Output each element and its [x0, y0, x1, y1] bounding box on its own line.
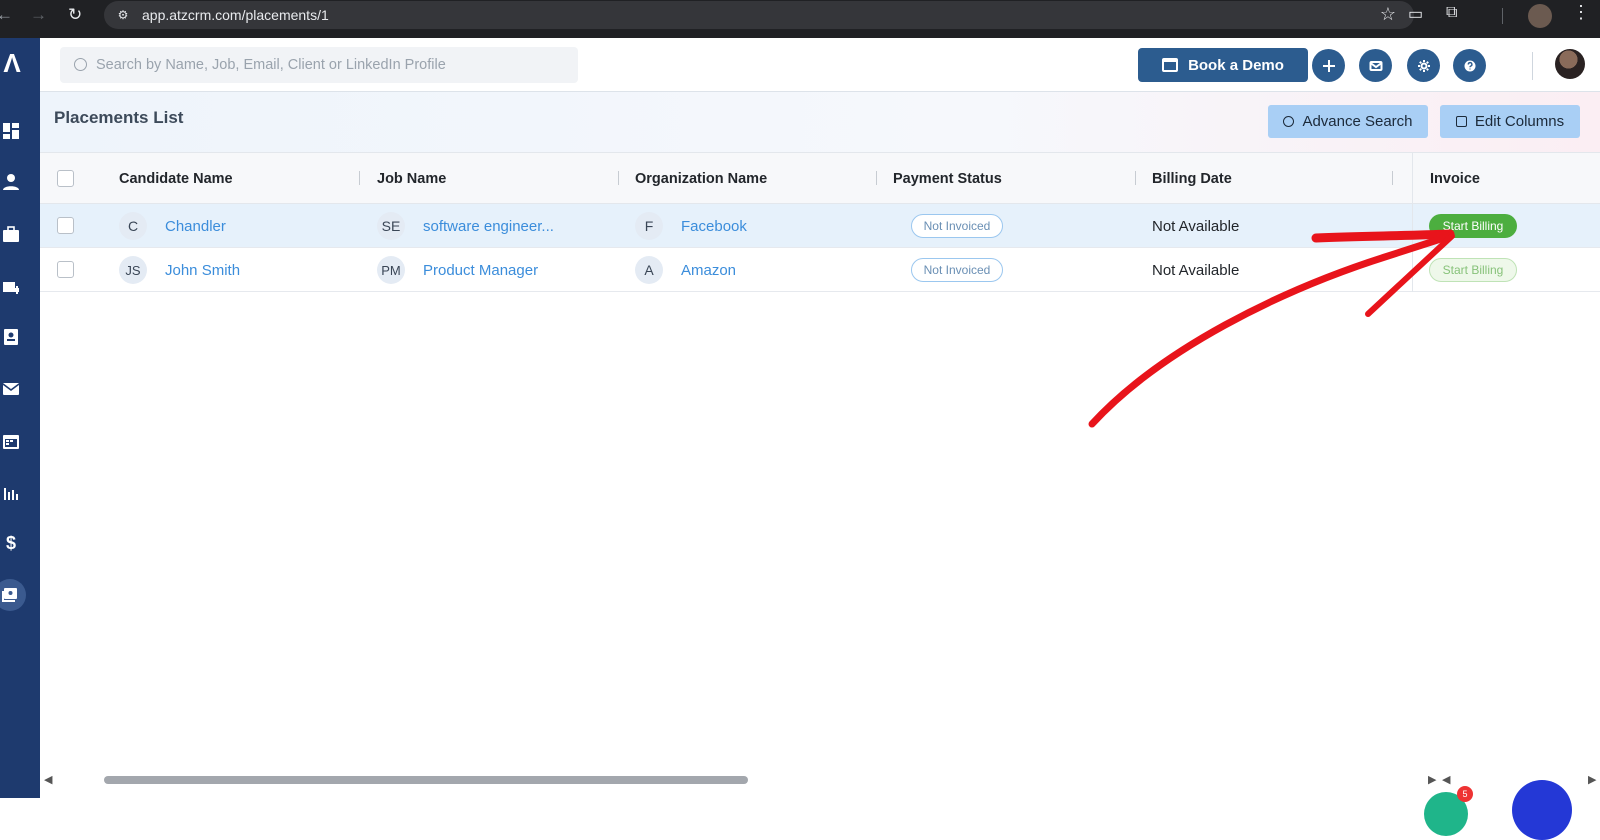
column-header-organization[interactable]: Organization Name [635, 171, 767, 187]
book-demo-button[interactable]: Book a Demo [1138, 48, 1308, 82]
start-billing-button[interactable]: Start Billing [1429, 258, 1517, 282]
calendar-icon [1162, 58, 1179, 72]
address-bar[interactable]: ⚙ app.atzcrm.com/placements/1 ☆ [104, 1, 1414, 29]
column-resizer[interactable] [876, 171, 877, 185]
column-header-invoice[interactable]: Invoice [1430, 171, 1480, 187]
select-all-checkbox[interactable] [57, 170, 74, 187]
add-button[interactable] [1312, 49, 1345, 82]
column-header-billing-date[interactable]: Billing Date [1152, 171, 1232, 187]
toolbar-separator [1502, 8, 1503, 24]
edit-columns-label: Edit Columns [1474, 113, 1565, 130]
placements-icon[interactable] [0, 579, 26, 611]
candidate-link[interactable]: Chandler [165, 218, 226, 235]
reload-icon[interactable]: ↻ [68, 0, 82, 30]
column-resizer[interactable] [1392, 171, 1393, 185]
billing-date-value: Not Available [1152, 218, 1240, 235]
help-icon [1464, 60, 1475, 71]
browser-profile-avatar[interactable] [1528, 4, 1552, 28]
browser-toolbar: ← → ↻ ⚙ app.atzcrm.com/placements/1 ☆ ▭ … [0, 0, 1600, 38]
advance-search-label: Advance Search [1302, 113, 1413, 130]
scrollbar-thumb[interactable] [104, 776, 748, 784]
advance-search-button[interactable]: Advance Search [1268, 105, 1428, 138]
site-info-icon[interactable]: ⚙ [114, 6, 132, 24]
contacts-icon[interactable] [0, 326, 22, 348]
sidebar: Λ $ [0, 38, 40, 798]
payment-status-badge: Not Invoiced [911, 258, 1003, 282]
job-avatar: PM [377, 256, 405, 284]
page-title: Placements List [54, 108, 184, 127]
pinned-column-divider [1412, 152, 1413, 292]
extensions-icon[interactable]: ⧉ [1446, 4, 1457, 22]
start-billing-button[interactable]: Start Billing [1429, 214, 1517, 238]
global-search[interactable] [60, 47, 578, 83]
mail-icon [1369, 60, 1382, 71]
candidate-avatar: JS [119, 256, 147, 284]
horizontal-scrollbar[interactable]: ◀ ▶ ◀ ▶ [44, 772, 1600, 786]
job-link[interactable]: Product Manager [423, 262, 538, 279]
scroll-right-icon[interactable]: ▶ [1428, 773, 1436, 786]
plus-icon [1322, 59, 1335, 72]
cast-icon[interactable]: ▭ [1408, 4, 1423, 24]
column-resizer[interactable] [359, 171, 360, 185]
help-button[interactable] [1453, 49, 1486, 82]
bookmark-star-icon[interactable]: ☆ [1380, 4, 1396, 25]
dashboard-icon[interactable] [0, 120, 22, 142]
candidate-icon[interactable] [0, 171, 22, 193]
column-header-payment-status[interactable]: Payment Status [893, 171, 1002, 187]
mail-button[interactable] [1359, 49, 1392, 82]
search-icon [74, 58, 87, 71]
calendar-icon[interactable] [0, 430, 22, 452]
payment-status-badge: Not Invoiced [911, 214, 1003, 238]
job-link[interactable]: software engineer... [423, 218, 554, 235]
organization-avatar: F [635, 212, 663, 240]
edit-columns-button[interactable]: Edit Columns [1440, 105, 1580, 138]
back-arrow-icon[interactable]: ← [0, 0, 13, 30]
user-avatar[interactable] [1555, 49, 1585, 79]
job-avatar: SE [377, 212, 405, 240]
candidate-link[interactable]: John Smith [165, 262, 240, 279]
forward-arrow-icon[interactable]: → [30, 0, 47, 30]
table-header-row: Candidate Name Job Name Organization Nam… [40, 152, 1600, 204]
search-input[interactable] [96, 47, 566, 83]
column-resizer[interactable] [618, 171, 619, 185]
header-separator [1532, 52, 1533, 80]
placements-table: Candidate Name Job Name Organization Nam… [40, 152, 1600, 292]
column-resizer[interactable] [1135, 171, 1136, 185]
scroll-right-icon[interactable]: ▶ [1588, 773, 1596, 786]
page-header: Placements List Advance Search Edit Colu… [40, 92, 1600, 152]
scroll-left-icon[interactable]: ◀ [44, 773, 52, 786]
edit-icon [1455, 116, 1467, 127]
url-text: app.atzcrm.com/placements/1 [142, 7, 329, 23]
search-icon [1283, 116, 1295, 127]
table-row[interactable]: C Chandler SE software engineer... F Fac… [40, 204, 1600, 248]
browser-menu-icon[interactable]: ⋮ [1572, 2, 1590, 23]
dollar-icon[interactable]: $ [0, 532, 22, 554]
notification-badge: 5 [1457, 786, 1473, 802]
organization-link[interactable]: Amazon [681, 262, 736, 279]
table-row[interactable]: JS John Smith PM Product Manager A Amazo… [40, 248, 1600, 292]
organization-link[interactable]: Facebook [681, 218, 747, 235]
email-icon[interactable] [0, 378, 22, 400]
row-checkbox[interactable] [57, 217, 74, 234]
column-header-candidate[interactable]: Candidate Name [119, 171, 233, 187]
gear-icon [1417, 59, 1430, 72]
support-launcher-button[interactable] [1512, 780, 1572, 840]
company-icon[interactable] [0, 276, 22, 298]
app-header: Book a Demo [40, 38, 1600, 92]
book-demo-label: Book a Demo [1188, 56, 1284, 74]
logo-icon[interactable]: Λ [0, 48, 24, 78]
organization-avatar: A [635, 256, 663, 284]
reports-icon[interactable] [0, 482, 22, 504]
candidate-avatar: C [119, 212, 147, 240]
settings-button[interactable] [1407, 49, 1440, 82]
row-checkbox[interactable] [57, 261, 74, 278]
column-header-job[interactable]: Job Name [377, 171, 446, 187]
jobs-icon[interactable] [0, 223, 22, 245]
billing-date-value: Not Available [1152, 262, 1240, 279]
scroll-left-icon[interactable]: ◀ [1442, 773, 1450, 786]
